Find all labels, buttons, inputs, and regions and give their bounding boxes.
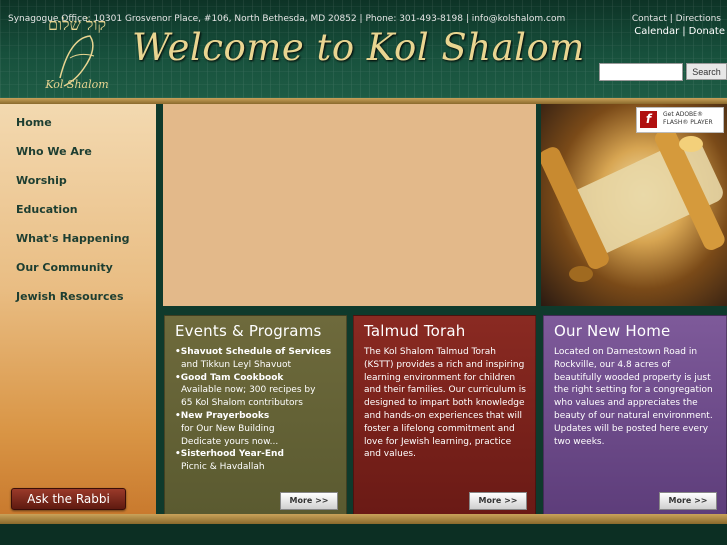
- calendar-link[interactable]: Calendar: [634, 26, 679, 37]
- directions-link[interactable]: Directions: [676, 14, 721, 24]
- event-heading: •Good Tam Cookbook: [175, 372, 284, 383]
- event-detail: Available now; 300 recipes by: [181, 385, 316, 396]
- flash-icon: f: [640, 111, 657, 128]
- torah-scroll-image: [541, 104, 727, 306]
- get-flash-player-badge[interactable]: f Get ADOBE® FLASH® PLAYER: [636, 107, 724, 133]
- panel-title-talmud: Talmud Torah: [364, 322, 466, 340]
- torah-scroll-illustration: [541, 128, 725, 282]
- page-title: Welcome to Kol Shalom: [132, 26, 585, 69]
- talmud-description: The Kol Shalom Talmud Torah (KSTT) provi…: [364, 347, 526, 460]
- event-detail: and Tikkun Leyl Shavuot: [181, 359, 292, 370]
- events-programs-panel: Events & Programs •Shavuot Schedule of S…: [164, 315, 347, 517]
- nav-item-our-community[interactable]: Our Community: [16, 261, 156, 290]
- event-item-sisterhood[interactable]: •Sisterhood Year-End Picnic & Havdallah: [175, 448, 338, 474]
- nav-item-worship[interactable]: Worship: [16, 174, 156, 203]
- talmud-torah-panel: Talmud Torah The Kol Shalom Talmud Torah…: [353, 315, 536, 517]
- top-links: Calendar | Donate: [634, 26, 725, 37]
- event-heading: •Sisterhood Year-End: [175, 449, 284, 460]
- new-home-panel: Our New Home Located on Darnestown Road …: [543, 315, 727, 517]
- nav-item-jewish-resources[interactable]: Jewish Resources: [16, 290, 156, 319]
- new-home-more-button[interactable]: More >>: [659, 492, 717, 510]
- event-detail: Dedicate yours now...: [181, 436, 279, 447]
- contact-link[interactable]: Contact: [632, 14, 667, 24]
- svg-text:Kol Shalom: Kol Shalom: [44, 78, 108, 91]
- search-input[interactable]: [599, 63, 683, 81]
- events-list: •Shavuot Schedule of Services and Tikkun…: [175, 346, 338, 474]
- nav-item-who-we-are[interactable]: Who We Are: [16, 145, 156, 174]
- event-heading: •Shavuot Schedule of Services: [175, 347, 332, 357]
- link-separator: |: [682, 26, 686, 37]
- panel-title-events: Events & Programs: [175, 322, 322, 340]
- event-item-cookbook[interactable]: •Good Tam Cookbook Available now; 300 re…: [175, 372, 338, 410]
- flash-badge-text: Get ADOBE® FLASH® PLAYER: [663, 111, 713, 127]
- flash-badge-line-1: Get ADOBE®: [663, 111, 703, 118]
- panel-title-home: Our New Home: [554, 322, 671, 340]
- donate-link[interactable]: Donate: [689, 26, 725, 37]
- nav-item-home[interactable]: Home: [16, 116, 156, 145]
- nav-item-education[interactable]: Education: [16, 203, 156, 232]
- nav-divider: [156, 104, 163, 514]
- talmud-more-button[interactable]: More >>: [469, 492, 527, 510]
- event-detail: 65 Kol Shalom contributors: [181, 398, 303, 409]
- footer-address: Synagogue Office: 10301 Grosvenor Place,…: [8, 14, 566, 24]
- event-detail: for Our New Building: [181, 423, 275, 434]
- footer-links: Contact | Directions: [632, 14, 721, 24]
- flash-content-area: [163, 104, 536, 306]
- flash-badge-line-2: FLASH® PLAYER: [663, 119, 713, 126]
- events-more-button[interactable]: More >>: [280, 492, 338, 510]
- footer-gold-band: [0, 514, 727, 524]
- nav-item-whats-happening[interactable]: What's Happening: [16, 232, 156, 261]
- main-navigation: Home Who We Are Worship Education What's…: [0, 104, 156, 514]
- event-item-shavuot[interactable]: •Shavuot Schedule of Services and Tikkun…: [175, 346, 338, 372]
- site-footer: [0, 524, 727, 545]
- event-heading: •New Prayerbooks: [175, 410, 270, 421]
- event-detail: Picnic & Havdallah: [181, 462, 265, 473]
- event-item-prayerbooks[interactable]: •New Prayerbooks for Our New Building De…: [175, 410, 338, 448]
- new-home-description: Located on Darnestown Road in Rockville,…: [554, 347, 713, 447]
- ask-the-rabbi-button[interactable]: Ask the Rabbi: [11, 488, 126, 510]
- search-button[interactable]: Search: [686, 63, 727, 80]
